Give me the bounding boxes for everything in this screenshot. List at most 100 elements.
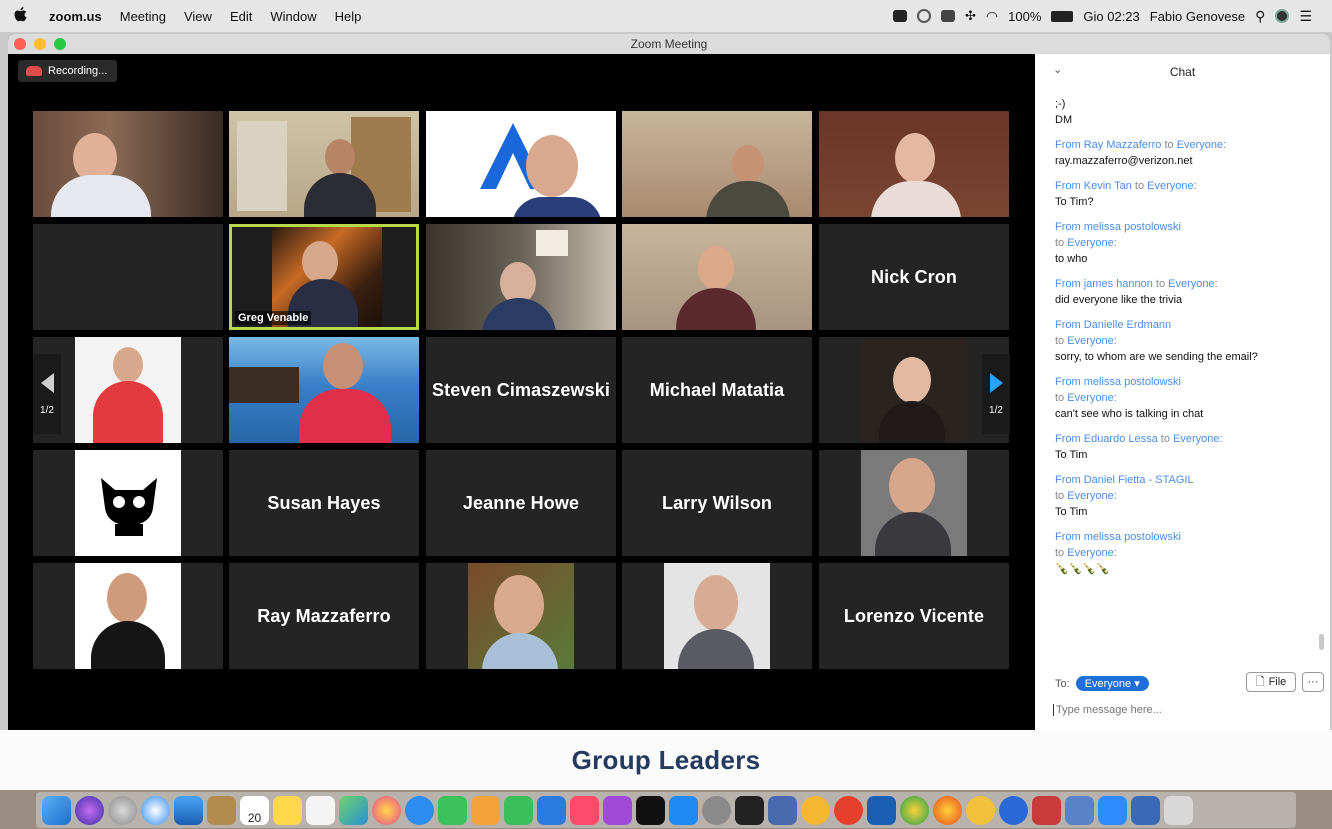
video-tile-active-speaker[interactable]: Greg Venable: [229, 224, 419, 330]
bluetooth-icon[interactable]: ✣: [965, 8, 976, 24]
menu-meeting[interactable]: Meeting: [111, 9, 175, 24]
trash-icon[interactable]: [1164, 795, 1193, 825]
spotlight-search-icon[interactable]: ⚲: [1255, 8, 1265, 25]
video-tile-empty[interactable]: [33, 224, 223, 330]
virtualbox-icon[interactable]: [768, 795, 797, 825]
siri-icon[interactable]: [1275, 9, 1290, 23]
video-tile[interactable]: [426, 563, 616, 669]
video-tile-name-only[interactable]: Larry Wilson: [622, 450, 812, 556]
video-tile[interactable]: [819, 337, 1009, 443]
video-tile[interactable]: [622, 224, 812, 330]
sender-name[interactable]: Eduardo Lessa: [1084, 433, 1158, 445]
next-page-button[interactable]: 1/2: [982, 354, 1010, 434]
calendar-icon[interactable]: 20: [240, 795, 269, 825]
video-tile[interactable]: [426, 224, 616, 330]
video-tile[interactable]: [622, 563, 812, 669]
video-tile[interactable]: [229, 111, 419, 217]
finder-icon[interactable]: [42, 795, 71, 825]
file-button[interactable]: 🗋 File: [1246, 672, 1296, 692]
video-tile-name-only[interactable]: Jeanne Howe: [426, 450, 616, 556]
sublime-icon[interactable]: [801, 795, 830, 825]
music-icon[interactable]: [570, 795, 599, 825]
system-preferences-icon[interactable]: [702, 795, 731, 825]
previous-page-button[interactable]: 1/2: [33, 354, 61, 434]
remote-desktop-icon[interactable]: [867, 795, 896, 825]
menu-help[interactable]: Help: [326, 9, 371, 24]
notes-icon[interactable]: [273, 795, 302, 825]
video-gallery: Recording... Greg Venable Nick Cron Stev…: [8, 54, 1035, 730]
video-tile-name-only[interactable]: Steven Cimaszewski: [426, 337, 616, 443]
reminders-icon[interactable]: [306, 795, 335, 825]
contacts-icon[interactable]: [207, 795, 236, 825]
chat-messages[interactable]: ;-) DM From Ray Mazzaferro to Everyone: r…: [1055, 96, 1310, 586]
pages-icon[interactable]: [471, 795, 500, 825]
from-word: From: [1055, 376, 1081, 388]
more-options-button[interactable]: ···: [1302, 672, 1324, 692]
video-tile-name-only[interactable]: Lorenzo Vicente: [819, 563, 1009, 669]
video-tile-name-only[interactable]: Susan Hayes: [229, 450, 419, 556]
menu-zoom-us[interactable]: zoom.us: [40, 9, 111, 24]
battery-icon[interactable]: [1051, 10, 1074, 22]
sender-name[interactable]: Danielle Erdmann: [1084, 319, 1171, 331]
notification-center-icon[interactable]: ☰: [1299, 8, 1312, 25]
launchpad-icon[interactable]: [108, 795, 137, 825]
zoom-icon[interactable]: [1098, 795, 1127, 825]
video-tile[interactable]: [819, 111, 1009, 217]
preview-icon[interactable]: [174, 795, 203, 825]
siri-icon[interactable]: [75, 795, 104, 825]
video-tile[interactable]: [229, 337, 419, 443]
recording-indicator[interactable]: Recording...: [18, 60, 118, 82]
sender-name[interactable]: james hannon: [1084, 278, 1153, 290]
keynote-icon[interactable]: [537, 795, 566, 825]
maps-icon[interactable]: [339, 795, 368, 825]
video-tile[interactable]: [33, 563, 223, 669]
sender-name[interactable]: melissa postolowski: [1084, 376, 1181, 388]
app-store-icon[interactable]: [669, 795, 698, 825]
apple-icon[interactable]: [0, 6, 40, 26]
messages-icon[interactable]: [405, 795, 434, 825]
sender-name[interactable]: Ray Mazzaferro: [1084, 139, 1162, 151]
sender-name[interactable]: melissa postolowski: [1084, 221, 1181, 233]
menu-window[interactable]: Window: [261, 9, 325, 24]
downloads-icon[interactable]: [1131, 795, 1160, 825]
facetime-icon[interactable]: [438, 795, 467, 825]
sender-name[interactable]: Daniel Fietta - STAGIL: [1084, 474, 1194, 486]
chrome-icon[interactable]: [900, 795, 929, 825]
video-tile[interactable]: [33, 450, 223, 556]
video-tile[interactable]: [819, 450, 1009, 556]
video-tile[interactable]: [33, 111, 223, 217]
grid-app-icon[interactable]: [1032, 795, 1061, 825]
wifi-icon[interactable]: ◠: [986, 8, 998, 25]
tv-icon[interactable]: [636, 795, 665, 825]
numbers-icon[interactable]: [504, 795, 533, 825]
photos-icon[interactable]: [372, 795, 401, 825]
clock[interactable]: Gio 02:23: [1083, 9, 1139, 24]
git-icon[interactable]: [834, 795, 863, 825]
sender-name[interactable]: melissa postolowski: [1084, 531, 1181, 543]
user-name[interactable]: Fabio Genovese: [1150, 9, 1245, 24]
video-tile[interactable]: [426, 111, 616, 217]
chat-scrollbar[interactable]: [1319, 634, 1324, 650]
podcasts-icon[interactable]: [603, 795, 632, 825]
recipient-select[interactable]: Everyone ▾: [1075, 676, 1149, 691]
video-tile-name-only[interactable]: Ray Mazzaferro: [229, 563, 419, 669]
video-tile-name-only[interactable]: Nick Cron: [819, 224, 1009, 330]
menu-view[interactable]: View: [175, 9, 221, 24]
focus-icon[interactable]: [917, 9, 932, 23]
video-tile-name-only[interactable]: Michael Matatia: [622, 337, 812, 443]
zoom-status-icon[interactable]: [893, 10, 908, 22]
video-tile[interactable]: [33, 337, 223, 443]
video-tile[interactable]: [622, 111, 812, 217]
network-icon[interactable]: [999, 795, 1028, 825]
vlc-icon[interactable]: [966, 795, 995, 825]
message-input[interactable]: [1053, 704, 1293, 716]
screen-sharing-icon[interactable]: [1065, 795, 1094, 825]
shield-icon[interactable]: [941, 10, 956, 22]
safari-icon[interactable]: [141, 795, 170, 825]
sender-name[interactable]: Kevin Tan: [1084, 180, 1132, 192]
chevron-down-icon[interactable]: ⌄: [1053, 63, 1062, 76]
firefox-icon[interactable]: [933, 795, 962, 825]
terminal-icon[interactable]: [735, 795, 764, 825]
participant-name: Jeanne Howe: [462, 492, 580, 513]
menu-edit[interactable]: Edit: [221, 9, 261, 24]
